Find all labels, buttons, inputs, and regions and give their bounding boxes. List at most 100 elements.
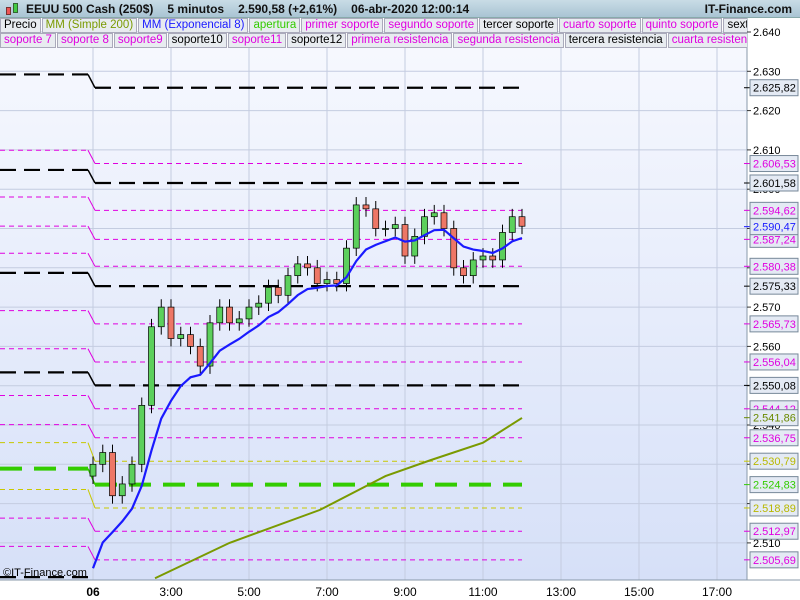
symbol-name: EEUU 500 Cash (250$): [26, 1, 154, 16]
legend-item[interactable]: quinto soporte: [641, 18, 723, 33]
x-tick-label: 15:00: [624, 585, 654, 599]
candle-body: [245, 306, 253, 320]
datetime: 06-abr-2020 12:00:14: [351, 1, 470, 16]
candle-body: [138, 405, 146, 465]
candle-body: [157, 306, 165, 328]
copyright: ©IT-Finance.com: [3, 567, 87, 579]
legend-item[interactable]: soporte10: [167, 33, 227, 48]
y-tick-label: 2.570: [753, 302, 781, 314]
candle-body: [118, 483, 126, 497]
legend-item[interactable]: soporte 7: [0, 33, 56, 48]
value-label: 2.606,53: [753, 159, 796, 171]
candle-body: [294, 263, 302, 277]
y-axis-panel: [747, 18, 800, 580]
legend-item[interactable]: sexto soporte: [723, 18, 747, 33]
price-chart[interactable]: 2.6402.6302.6202.6102.6002.5902.5802.570…: [0, 0, 800, 600]
chart-header: EEUU 500 Cash (250$) 5 minutos 2.590,58 …: [0, 0, 800, 18]
x-tick-label: 9:00: [393, 585, 417, 599]
value-label: 2.550,08: [753, 380, 796, 392]
legend-item[interactable]: MM (Simple 200): [41, 18, 138, 33]
candle-body: [304, 263, 311, 269]
value-label: 2.575,33: [753, 281, 796, 293]
y-tick-label: 2.560: [753, 341, 781, 353]
legend-item[interactable]: tercera resistencia: [564, 33, 667, 48]
value-label: 2.594,62: [753, 205, 796, 217]
interval: 5 minutos: [167, 1, 225, 16]
value-label: 2.590,47: [753, 222, 796, 234]
candle-body: [489, 255, 497, 261]
legend-item[interactable]: primera resistencia: [347, 33, 453, 48]
value-label: 2.524,83: [753, 480, 796, 492]
value-label: 2.587,24: [753, 234, 796, 246]
legend-item[interactable]: Precio: [0, 18, 41, 33]
candle-body: [382, 228, 389, 230]
y-tick-label: 2.630: [753, 66, 781, 78]
x-tick-label: 7:00: [315, 585, 339, 599]
value-label: 2.530,79: [753, 456, 796, 468]
candle-body: [89, 463, 97, 477]
value-label: 2.565,73: [753, 319, 796, 331]
candle-body: [109, 452, 116, 497]
candle-body: [148, 326, 155, 406]
value-label: 2.580,38: [753, 261, 796, 273]
legend-item[interactable]: segundo soporte: [384, 18, 479, 33]
legend-item[interactable]: apertura: [249, 18, 301, 33]
candle-body: [362, 204, 370, 210]
legend-row-1: Precio MM (Simple 200) MM (Exponencial 8) a…: [0, 18, 747, 33]
candle-body: [313, 267, 321, 284]
candle-body: [469, 259, 477, 277]
legend-item[interactable]: tercer soporte: [479, 18, 559, 33]
value-label: 2.541,86: [753, 413, 796, 425]
legend-item[interactable]: soporte12: [287, 33, 347, 48]
legend-item[interactable]: MM (Exponencial 8): [138, 18, 249, 33]
value-label: 2.625,82: [753, 83, 796, 95]
candle-body: [323, 279, 331, 284]
candle-body: [460, 267, 467, 277]
value-label: 2.601,58: [753, 178, 796, 190]
brand: IT-Finance.com: [704, 1, 792, 16]
candle-body: [265, 287, 272, 304]
candle-body: [440, 212, 448, 229]
candle-body: [177, 334, 185, 339]
candle-body: [99, 452, 107, 465]
candle-body: [352, 204, 360, 249]
legend-item[interactable]: soporte11: [227, 33, 287, 48]
y-tick-label: 2.640: [753, 27, 781, 39]
x-tick-label: 13:00: [546, 585, 576, 599]
candle-body: [508, 216, 516, 233]
candle-body: [187, 334, 194, 347]
candle-body: [235, 318, 243, 324]
legend-item[interactable]: segunda resistencia: [453, 33, 564, 48]
candle-body: [255, 302, 263, 308]
legend-item[interactable]: soporte 8: [56, 33, 113, 48]
x-tick-label: 5:00: [237, 585, 261, 599]
value-label: 2.536,75: [753, 433, 796, 445]
candlestick-logo-icon: [4, 1, 22, 17]
candle-body: [372, 208, 380, 229]
value-label: 2.512,97: [753, 526, 796, 538]
x-tick-label: 06: [86, 585, 100, 599]
candle-body: [450, 228, 458, 269]
candle-body: [391, 224, 399, 229]
candle-body: [216, 306, 224, 324]
candle-body: [274, 287, 282, 296]
x-tick-label: 3:00: [159, 585, 183, 599]
legend-item[interactable]: cuarto soporte: [559, 18, 641, 33]
legend-row-2: soporte 7 soporte 8 soporte9 soporte10 sopor…: [0, 33, 747, 48]
x-tick-label: 11:00: [468, 585, 497, 599]
legend-item[interactable]: soporte9: [113, 33, 167, 48]
y-tick-label: 2.620: [753, 106, 781, 118]
value-label: 2.556,04: [753, 357, 796, 369]
candle-body: [196, 346, 204, 367]
last-price: 2.590,58 (+2,61%): [238, 1, 338, 16]
candle-body: [518, 216, 526, 227]
candle-body: [479, 255, 487, 261]
candle-body: [284, 275, 292, 296]
value-label: 2.518,89: [753, 503, 796, 515]
x-tick-label: 17:00: [702, 585, 732, 599]
candle-body: [128, 463, 136, 485]
candle-body: [226, 306, 233, 324]
legend-item[interactable]: primer soporte: [301, 18, 384, 33]
legend-item[interactable]: cuarta resistencia: [667, 33, 747, 48]
candle-body: [430, 212, 438, 218]
